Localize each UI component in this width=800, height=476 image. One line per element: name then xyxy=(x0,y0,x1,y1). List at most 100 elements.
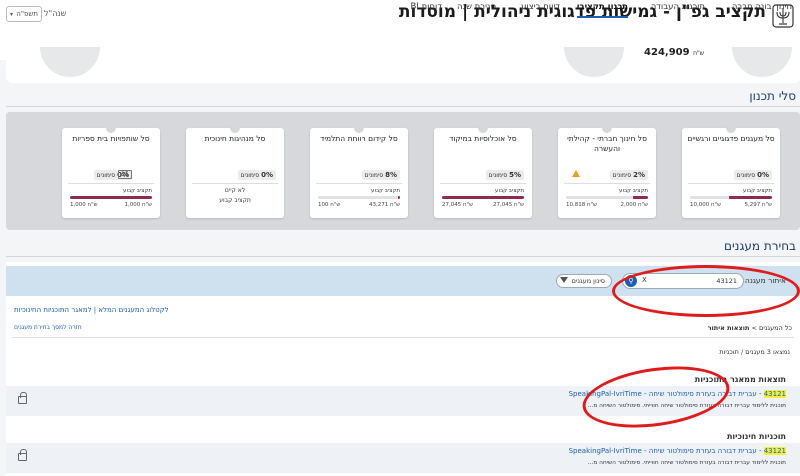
lock-icon[interactable] xyxy=(18,392,27,404)
budget-summary: 424,909 ש"ח xyxy=(6,47,800,83)
fixed-budget-label: תקציב קבוע xyxy=(743,188,772,194)
basket-card[interactable]: סל מעגנים פדגוגיים ורגשיים 0% סימונים תק… xyxy=(682,123,780,218)
divider xyxy=(440,183,526,184)
currency: ש"ח xyxy=(761,202,772,208)
result-id: 43121 xyxy=(763,390,786,398)
list-item[interactable]: 43121 - עברית דבורה בעזרת סימולטור שיחה … xyxy=(6,386,800,416)
section-title: תוצאות ממאגר התוכניות xyxy=(694,375,786,384)
summary-currency: ש"ח xyxy=(693,50,704,57)
section-title: תוכניות חינוכיות xyxy=(726,432,786,441)
result-title: - עברית דבורה בעזרת סימולטור שיחה - Spea… xyxy=(568,390,764,398)
amount-used-value: 27,045 xyxy=(492,202,513,208)
breadcrumb-start[interactable]: כל המעגנים xyxy=(759,324,792,332)
divider xyxy=(688,183,774,184)
summary-gauge xyxy=(564,47,624,77)
card-hole xyxy=(478,123,488,133)
no-fixed-budget: לא קיים תקציב קבוע xyxy=(186,186,284,206)
summary-amount: 424,909 ש"ח xyxy=(644,47,704,58)
percent-badge: 8% סימונים xyxy=(361,170,400,180)
year-select-value: תשפ"ה xyxy=(16,10,38,18)
filter-bar: איתור מעגנה ⚲ X 43121 סינון מעגנים xyxy=(6,266,800,296)
lock-icon[interactable] xyxy=(18,449,27,461)
divider xyxy=(316,183,402,184)
progress-fill xyxy=(70,196,152,199)
result-description: תוכנית ללימוד עברית דבורה בעזרת סימולטור… xyxy=(587,403,786,409)
percent-value: 5% xyxy=(509,171,521,179)
warning-icon xyxy=(572,170,580,177)
search-input[interactable]: ⚲ X 43121 xyxy=(622,273,744,289)
summary-gauge xyxy=(40,47,100,77)
list-item[interactable]: 43121 - עברית דבורה בעזרת סימולטור שיחה … xyxy=(6,443,800,473)
tab-year-closing[interactable]: סגירת שנה xyxy=(457,0,496,18)
card-hole xyxy=(230,123,240,133)
year-label: שנה"ל xyxy=(44,9,67,18)
results-count: נמצאו 3 מעגנים / תוכניות xyxy=(719,348,790,356)
summary-amount-value: 424,909 xyxy=(644,47,690,58)
clear-icon[interactable]: X xyxy=(642,276,647,284)
amount-used-value: 1,000 xyxy=(124,202,141,208)
percent-value: 8% xyxy=(385,171,397,179)
search-icon[interactable]: ⚲ xyxy=(625,275,637,287)
amount-total: 1,000 ש"ח xyxy=(70,202,98,208)
result-title: - עברית דבורה בעזרת סימולטור שיחה - Spea… xyxy=(568,447,764,455)
tab-budget-planning[interactable]: תכנון תקציבי xyxy=(576,0,628,18)
breadcrumb-end: תוצאות איתור xyxy=(707,324,750,332)
basket-title: סל מעגנים פדגוגיים ורגשיים xyxy=(687,134,775,143)
progress-bar xyxy=(442,196,524,199)
amount-total-value: 10,000 xyxy=(690,202,710,208)
fixed-budget-label: תקציב קבוע xyxy=(619,188,648,194)
basket-card[interactable]: סל שותפויות בית ספריות 0% סימונים 15 תקצ… xyxy=(62,123,160,218)
selection-panel: איתור מעגנה ⚲ X 43121 סינון מעגנים לקטלו… xyxy=(6,262,800,476)
fixed-budget-label: תקציב קבוע xyxy=(495,188,524,194)
currency: ש"ח xyxy=(637,202,648,208)
percent-value: 2% xyxy=(633,171,645,179)
percent-badge: 0% סימונים xyxy=(733,170,772,180)
baskets-area: סל מעגנים פדגוגיים ורגשיים 0% סימונים תק… xyxy=(6,112,800,230)
basket-title: סל קידום רווחת התלמיד xyxy=(320,134,398,143)
breadcrumb-sep: > xyxy=(749,324,760,332)
percent-suffix: סימונים xyxy=(96,172,116,179)
baskets-title: סלי תכנון xyxy=(749,89,796,103)
result-link[interactable]: 43121 - עברית דבורה בעזרת סימולטור שיחה … xyxy=(569,447,786,455)
progress-bar xyxy=(566,196,648,199)
tab-work-plan[interactable]: תוכנית העבודה xyxy=(651,0,705,18)
progress-bar xyxy=(690,196,772,199)
tab-execution-report[interactable]: דיווח ביצוע xyxy=(521,0,560,18)
progress-fill xyxy=(728,196,772,199)
amount-used: 2,000 ש"ח xyxy=(620,202,648,208)
percent-suffix: סימונים xyxy=(364,172,384,179)
basket-card[interactable]: סל קידום רווחת התלמיד 8% סימונים תקציב ק… xyxy=(310,123,408,218)
year-select[interactable]: תשפ"ה ▾ xyxy=(6,6,42,22)
back-link[interactable]: חזרה למסך בחירת מעגנים xyxy=(14,324,82,331)
currency: ש"ח xyxy=(463,202,474,208)
basket-title: סל חינוך חברתי - קהילתי והעשרה xyxy=(567,134,647,153)
funnel-icon xyxy=(560,277,568,283)
currency: ש"ח xyxy=(389,202,400,208)
progress-bar xyxy=(70,196,152,199)
no-budget-line: לא קיים xyxy=(224,187,246,194)
divider xyxy=(6,106,800,107)
basket-card[interactable]: סל מנהיגות חינוכית 0% סימונים לא קיים תק… xyxy=(186,123,284,218)
no-budget-line: תקציב קבוע xyxy=(219,197,251,204)
basket-card[interactable]: סל חינוך חברתי - קהילתי והעשרה 2% סימוני… xyxy=(558,123,656,218)
percent-suffix: סימונים xyxy=(612,172,632,179)
filter-label: איתור מעגנה xyxy=(744,276,786,285)
card-hole xyxy=(354,123,364,133)
catalog-link[interactable]: לקטלוג המעגנים המלא | למאגר התוכניות החי… xyxy=(14,306,169,314)
amount-used: 5,297 ש"ח xyxy=(744,202,772,208)
percent-badge: 0% סימונים xyxy=(237,170,276,180)
basket-card[interactable]: סל אוכלוסיות במיקוד 5% סימונים תקציב קבו… xyxy=(434,123,532,218)
tab-bi-reports[interactable]: דוחות BI xyxy=(411,0,442,18)
divider xyxy=(564,183,650,184)
currency: ש"ח xyxy=(513,202,524,208)
amount-total: 10,818 ש"ח xyxy=(566,202,597,208)
result-id: 43121 xyxy=(763,447,786,455)
percent-suffix: סימונים xyxy=(488,172,508,179)
fixed-budget-label: תקציב קבוע xyxy=(123,188,152,194)
amount-used-value: 2,000 xyxy=(620,202,637,208)
filter-button[interactable]: סינון מעגנים xyxy=(556,274,612,288)
progress-fill xyxy=(442,196,524,199)
chevron-down-icon: ▾ xyxy=(10,10,14,18)
tab-society[interactable]: חינוך בונה חברה xyxy=(732,0,792,18)
result-link[interactable]: 43121 - עברית דבורה בעזרת סימולטור שיחה … xyxy=(569,390,786,398)
